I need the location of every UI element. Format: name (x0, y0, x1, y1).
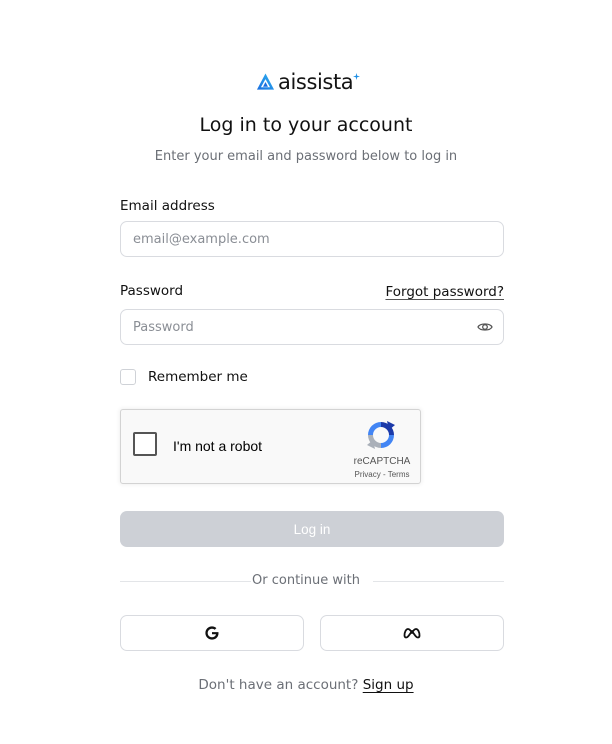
remember-me-checkbox[interactable] (120, 369, 136, 385)
aissista-logo-icon (256, 73, 275, 90)
recaptcha-label: I'm not a robot (173, 438, 263, 454)
remember-me-label: Remember me (148, 369, 248, 385)
recaptcha-terms-link[interactable]: Terms (388, 470, 410, 479)
password-field[interactable] (121, 310, 463, 344)
email-field-wrapper (120, 221, 504, 257)
recaptcha-links: Privacy - Terms (343, 470, 421, 480)
brand-logo: aissista (256, 70, 361, 94)
recaptcha-logo-icon (367, 421, 395, 449)
recaptcha-brand: reCAPTCHA (353, 456, 411, 467)
page-subtitle: Enter your email and password below to l… (154, 149, 458, 164)
signup-prompt: Don't have an account? (198, 677, 359, 693)
signup-row: Don't have an account? Sign up (0, 676, 612, 694)
recaptcha-widget: I'm not a robot reCAPTCHA Privacy - Term… (120, 409, 421, 484)
login-button[interactable]: Log in (120, 511, 504, 547)
email-field[interactable] (121, 222, 463, 256)
email-label: Email address (120, 198, 215, 214)
divider-line-right (373, 581, 504, 582)
recaptcha-privacy-link[interactable]: Privacy (355, 470, 381, 479)
forgot-password-link[interactable]: Forgot password? (385, 283, 504, 301)
login-page: aissista Log in to your account Enter yo… (0, 0, 612, 744)
password-label: Password (120, 283, 184, 299)
google-login-button[interactable] (120, 615, 304, 651)
meta-login-button[interactable] (320, 615, 504, 651)
recaptcha-checkbox[interactable] (133, 432, 157, 456)
password-field-wrapper (120, 309, 504, 345)
brand-name: aissista (278, 70, 354, 94)
google-icon (205, 626, 219, 640)
meta-icon (403, 628, 421, 639)
signup-link[interactable]: Sign up (363, 677, 414, 693)
sparkle-icon (353, 72, 361, 80)
page-title: Log in to your account (199, 114, 413, 136)
eye-icon[interactable] (477, 320, 493, 334)
divider-text: Or continue with (252, 573, 360, 588)
recaptcha-links-separator: - (380, 470, 388, 479)
